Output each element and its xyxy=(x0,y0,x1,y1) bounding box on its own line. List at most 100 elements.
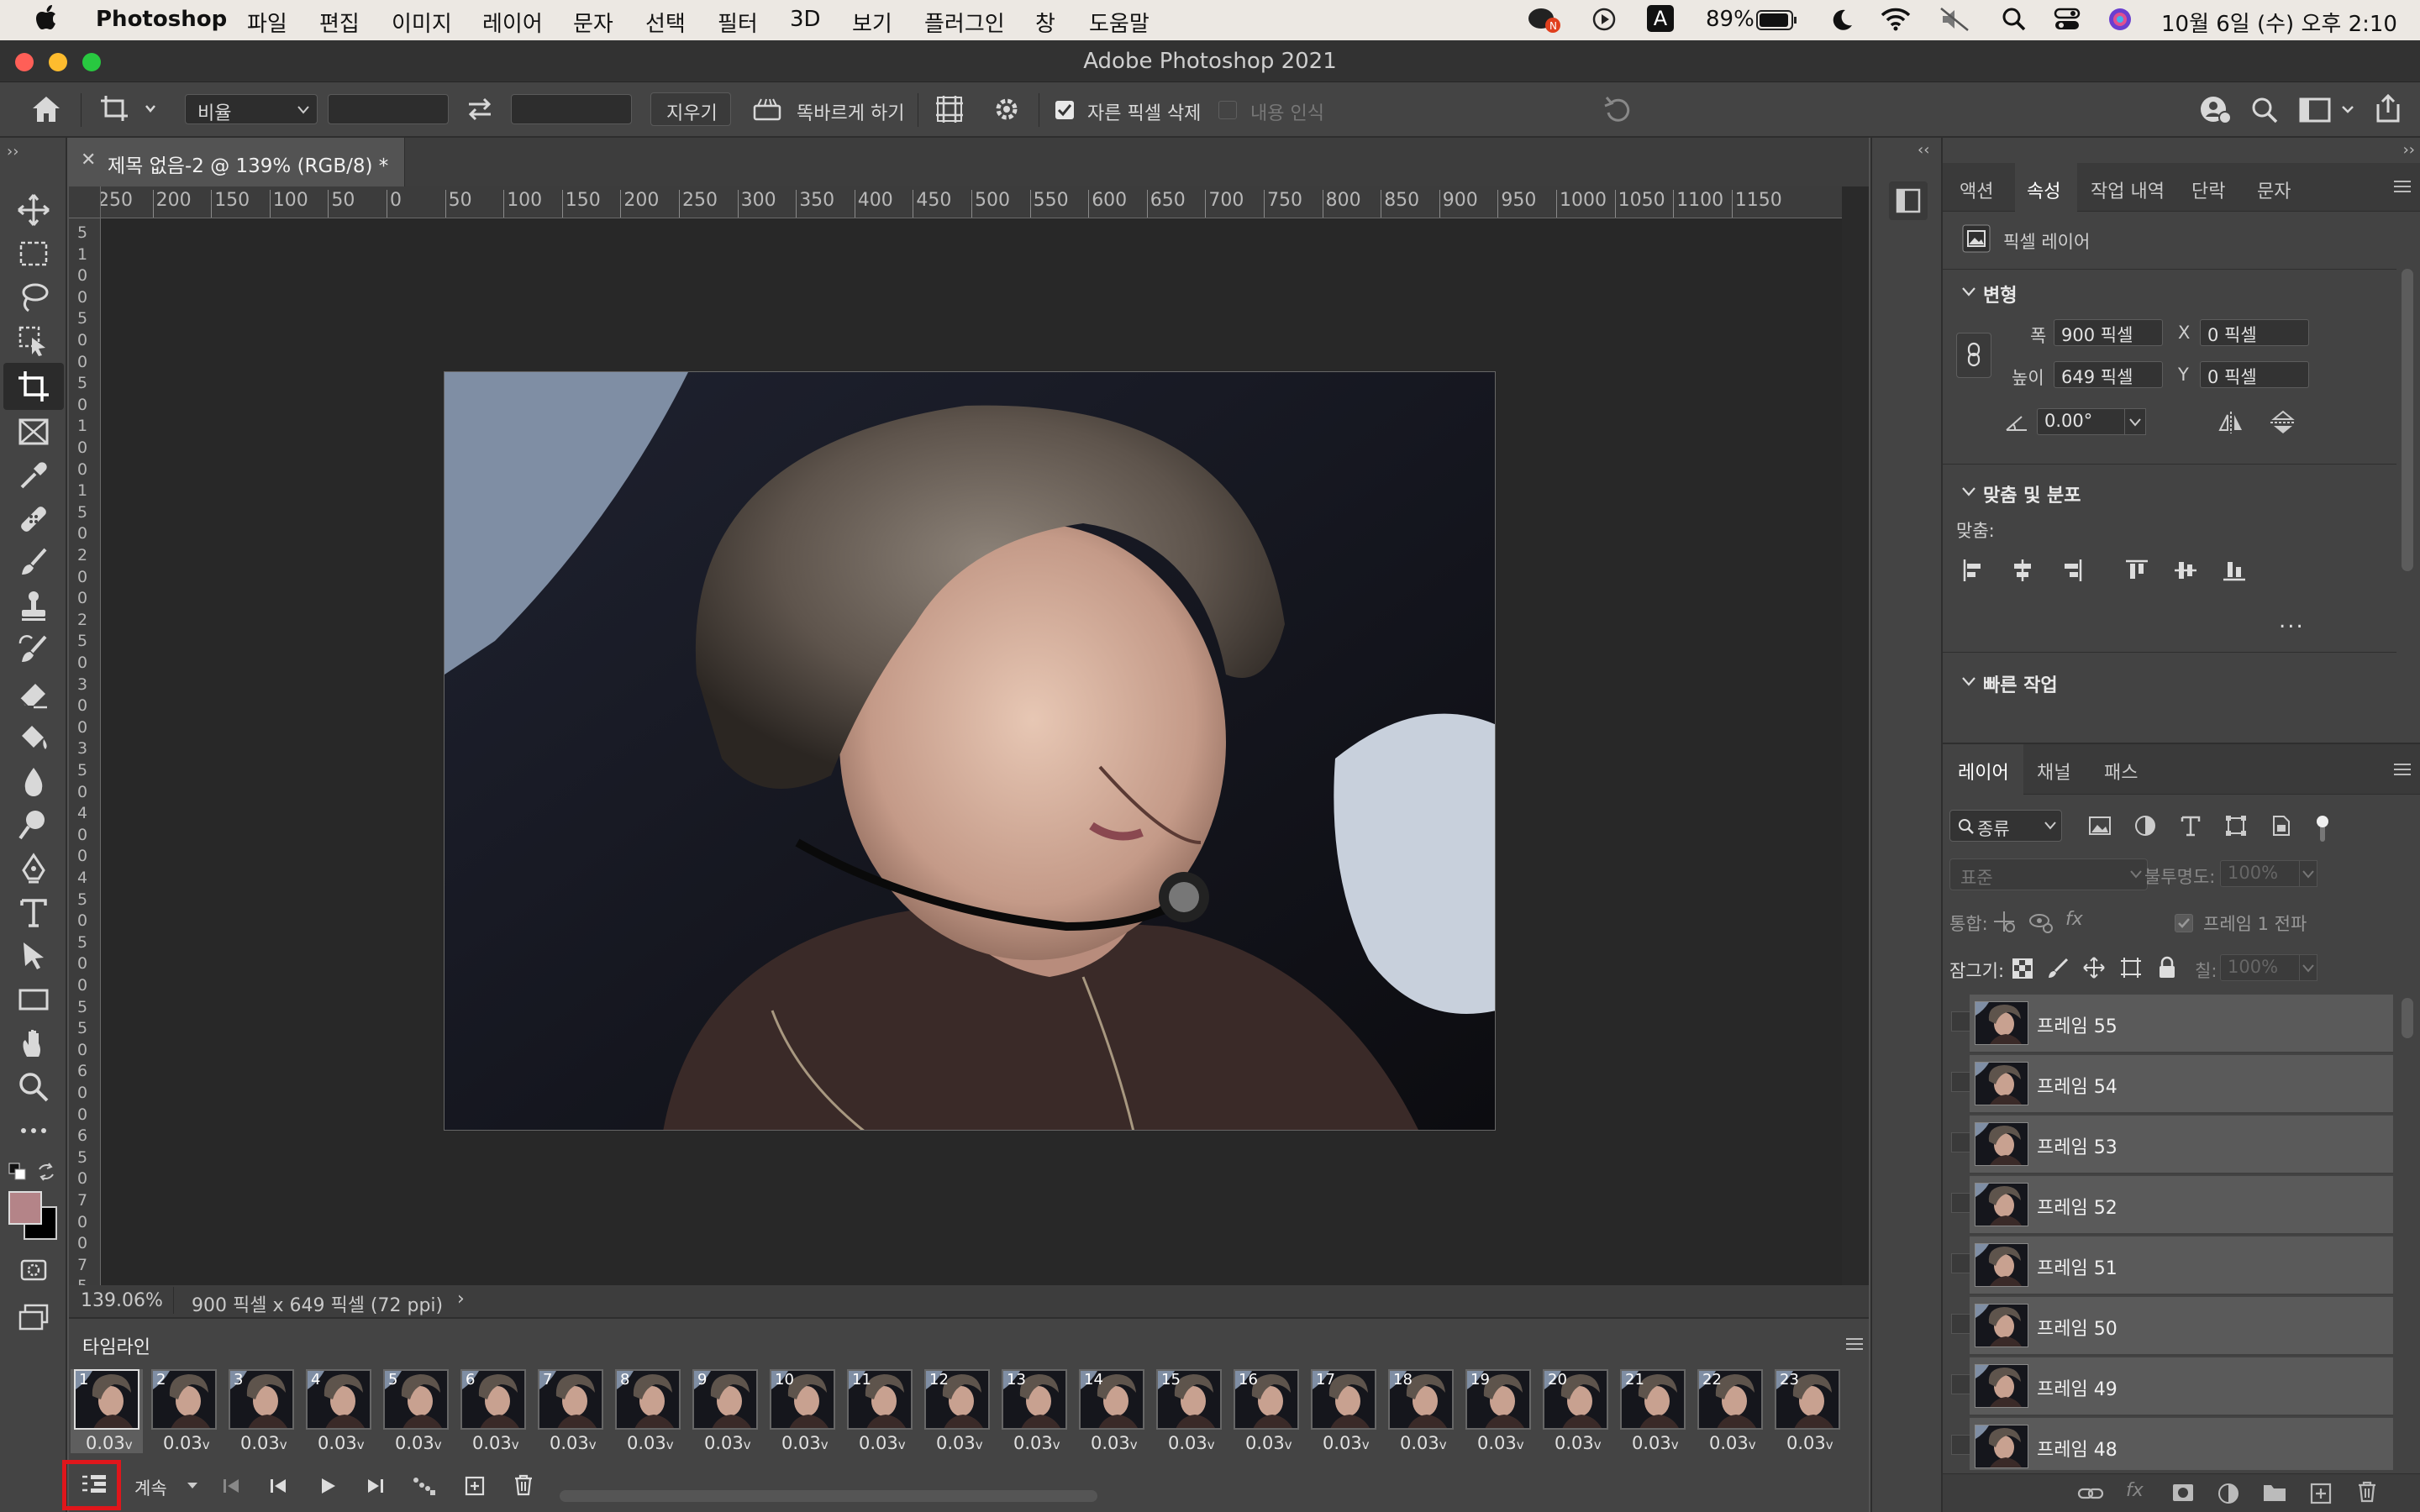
menu-edit[interactable]: 편집 xyxy=(319,7,360,38)
tab-history[interactable]: 작업 내역 xyxy=(2091,176,2165,203)
x-input[interactable]: 0 픽셀 xyxy=(2200,319,2309,346)
content-aware-checkbox[interactable] xyxy=(1218,101,1237,119)
transform-collapse-chevron-icon[interactable] xyxy=(1961,286,1976,297)
filter-toggle-icon[interactable] xyxy=(2312,815,2333,843)
timeline-frame[interactable]: 9 0.03v xyxy=(689,1369,761,1453)
layer-visibility-toggle[interactable] xyxy=(1951,1072,1971,1092)
libraries-panel-icon[interactable] xyxy=(1889,181,1928,220)
align-right-edges-icon[interactable] xyxy=(2059,558,2084,583)
layer-row[interactable]: 프레임 52 xyxy=(1970,1176,2393,1235)
menu-select[interactable]: 선택 xyxy=(645,7,686,38)
type-tool-icon[interactable] xyxy=(17,895,50,929)
next-frame-icon[interactable] xyxy=(363,1475,387,1497)
frame-delay-select[interactable]: 0.03v xyxy=(163,1433,210,1453)
timeline-frame[interactable]: 20 0.03v xyxy=(1539,1369,1612,1453)
width-input[interactable]: 900 픽셀 xyxy=(2054,319,2163,346)
crop-tool-preset-icon[interactable] xyxy=(99,94,158,124)
frame-delay-select[interactable]: 0.03v xyxy=(318,1433,365,1453)
crop-height-input[interactable] xyxy=(511,94,632,124)
align-distribute-header[interactable]: 맞춤 및 분포 xyxy=(1983,480,2081,507)
new-layer-icon[interactable] xyxy=(2309,1482,2333,1505)
add-layer-style-icon[interactable]: fx xyxy=(2126,1480,2144,1501)
timeline-frame[interactable]: 15 0.03v xyxy=(1153,1369,1225,1453)
align-collapse-chevron-icon[interactable] xyxy=(1961,486,1976,497)
layer-row[interactable]: 프레임 49 xyxy=(1970,1357,2393,1416)
frame-delay-select[interactable]: 0.03v xyxy=(240,1433,287,1453)
frame-delay-select[interactable]: 0.03v xyxy=(1555,1433,1602,1453)
frame-delay-select[interactable]: 0.03v xyxy=(1323,1433,1370,1453)
layer-row[interactable]: 프레임 50 xyxy=(1970,1297,2393,1356)
duplicate-frame-icon[interactable] xyxy=(464,1475,487,1497)
frame-delay-select[interactable]: 0.03v xyxy=(550,1433,597,1453)
play-circle-status-icon[interactable] xyxy=(1591,7,1617,32)
align-horizontal-centers-icon[interactable] xyxy=(2010,558,2035,583)
menu-image[interactable]: 이미지 xyxy=(392,7,452,38)
flip-vertical-icon[interactable] xyxy=(2269,410,2297,435)
screen-mode-icon[interactable] xyxy=(17,1300,50,1334)
crop-ratio-select[interactable]: 비율 xyxy=(185,94,318,124)
frame-delay-select[interactable]: 0.03v xyxy=(627,1433,674,1453)
frame-delay-select[interactable]: 0.03v xyxy=(1091,1433,1138,1453)
frame-delay-select[interactable]: 0.03v xyxy=(1709,1433,1756,1453)
timeline-frame[interactable]: 11 0.03v xyxy=(844,1369,916,1453)
loop-option-select[interactable]: 계속 xyxy=(134,1475,167,1500)
layer-row[interactable]: 프레임 54 xyxy=(1970,1055,2393,1114)
wifi-icon[interactable] xyxy=(1881,7,1911,32)
opacity-dropdown-chevron-icon[interactable] xyxy=(2299,860,2317,887)
frame-delay-select[interactable]: 0.03v xyxy=(472,1433,519,1453)
hand-tool-icon[interactable] xyxy=(17,1026,50,1060)
tween-frames-icon[interactable] xyxy=(412,1475,437,1497)
filter-smart-objects-icon[interactable] xyxy=(2269,813,2294,838)
overlay-grid-icon[interactable] xyxy=(934,94,965,124)
quick-actions-header[interactable]: 빠른 작업 xyxy=(1983,670,2058,697)
menu-filter[interactable]: 필터 xyxy=(718,7,758,38)
unify-position-icon[interactable] xyxy=(1991,909,2017,934)
timeline-frame[interactable]: 7 0.03v xyxy=(534,1369,607,1453)
properties-scrollbar[interactable] xyxy=(2402,269,2413,571)
crop-width-input[interactable] xyxy=(328,94,449,124)
previous-frame-icon[interactable] xyxy=(267,1475,291,1497)
rectangular-marquee-icon[interactable] xyxy=(17,237,50,270)
timeline-frame[interactable]: 13 0.03v xyxy=(998,1369,1071,1453)
play-icon[interactable] xyxy=(316,1475,339,1497)
collapse-dock-icon[interactable]: ‹‹ xyxy=(1918,141,1929,159)
moon-icon[interactable] xyxy=(1828,7,1854,32)
layer-row[interactable]: 프레임 48 xyxy=(1970,1418,2393,1470)
rectangle-tool-icon[interactable] xyxy=(17,983,50,1016)
frame-delay-select[interactable]: 0.03v xyxy=(1013,1433,1060,1453)
control-center-icon[interactable] xyxy=(2054,7,2081,32)
align-vertical-centers-icon[interactable] xyxy=(2173,558,2198,583)
straighten-icon[interactable] xyxy=(751,96,783,123)
dodge-tool-icon[interactable] xyxy=(17,808,50,842)
frame-delay-select[interactable]: 0.03v xyxy=(86,1433,133,1453)
clone-stamp-icon[interactable] xyxy=(17,590,50,623)
swap-colors-icon[interactable] xyxy=(37,1163,55,1181)
frame-delay-select[interactable]: 0.03v xyxy=(395,1433,442,1453)
workspace-icon[interactable] xyxy=(2299,96,2358,124)
frame-delay-select[interactable]: 0.03v xyxy=(704,1433,751,1453)
spotlight-search-icon[interactable] xyxy=(2002,7,2027,32)
menu-3d[interactable]: 3D xyxy=(790,7,821,32)
timeline-scrollbar[interactable] xyxy=(560,1490,1097,1502)
status-expand-icon[interactable]: › xyxy=(457,1289,465,1310)
convert-to-video-timeline-icon[interactable] xyxy=(81,1473,108,1495)
align-bottom-edges-icon[interactable] xyxy=(2222,558,2247,583)
layer-visibility-toggle[interactable] xyxy=(1951,1132,1971,1152)
canvas-image[interactable] xyxy=(444,371,1496,1131)
menu-view[interactable]: 보기 xyxy=(852,7,892,38)
layer-visibility-toggle[interactable] xyxy=(1951,1193,1971,1213)
align-left-edges-icon[interactable] xyxy=(1961,558,1986,583)
menu-plugins[interactable]: 플러그인 xyxy=(924,7,1005,38)
frame-delay-select[interactable]: 0.03v xyxy=(1632,1433,1679,1453)
clock[interactable]: 10월 6일 (수) 오후 2:10 xyxy=(2161,7,2397,38)
timeline-frame[interactable]: 16 0.03v xyxy=(1230,1369,1302,1453)
clear-button[interactable]: 지우기 xyxy=(650,92,731,126)
path-selection-icon[interactable] xyxy=(17,939,50,973)
menu-window[interactable]: 창 xyxy=(1035,7,1055,38)
blend-mode-select[interactable]: 표준 xyxy=(1949,858,2148,890)
propagate-frame-checkbox[interactable] xyxy=(2175,914,2193,932)
more-align-options-icon[interactable]: ... xyxy=(2279,608,2305,633)
delete-layer-icon[interactable] xyxy=(2356,1480,2378,1504)
blur-tool-icon[interactable] xyxy=(17,764,50,798)
layer-visibility-toggle[interactable] xyxy=(1951,1435,1971,1455)
